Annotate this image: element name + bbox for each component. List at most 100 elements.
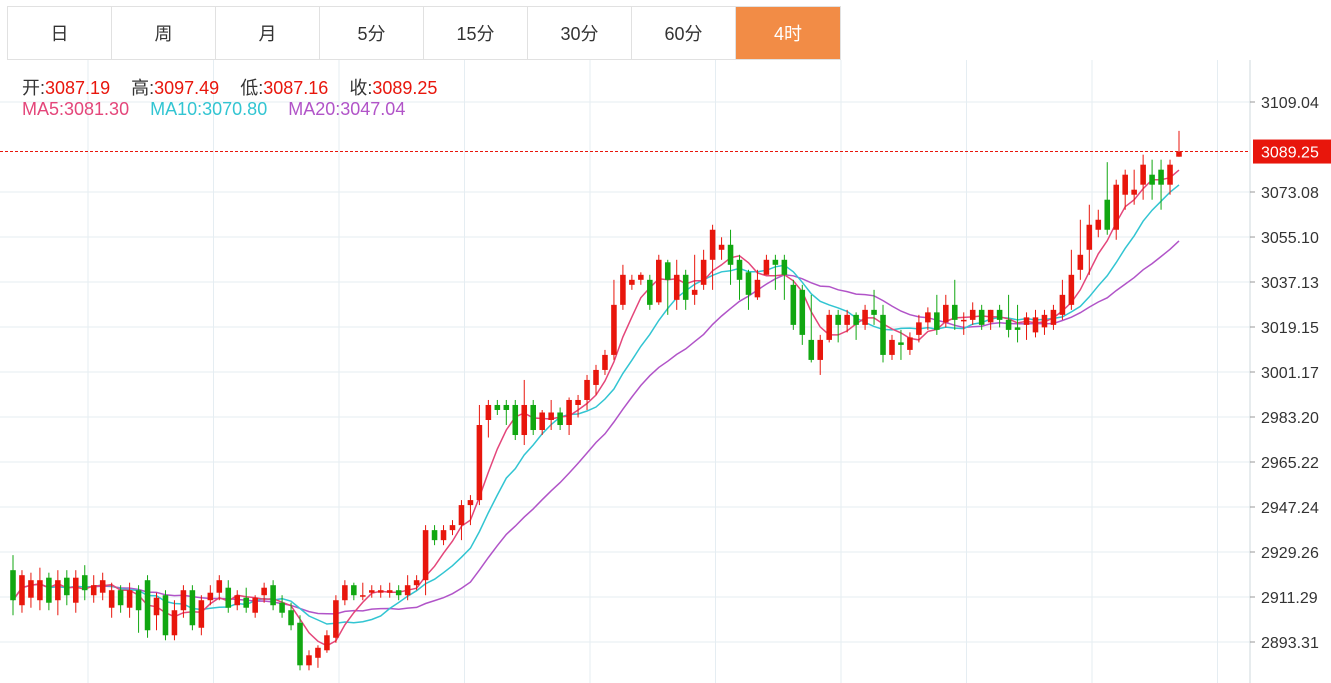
- candle-body: [620, 274, 626, 305]
- candle-body: [1041, 314, 1048, 328]
- candle-body: [754, 279, 761, 298]
- candle-body: [73, 577, 79, 603]
- candle-body: [234, 595, 241, 606]
- candle-body: [108, 590, 115, 608]
- candle-body: [55, 580, 61, 601]
- candle-body: [1032, 317, 1039, 333]
- candle-body: [996, 309, 1003, 320]
- low-label: 低:: [240, 78, 264, 98]
- candle-body: [99, 580, 106, 593]
- candle-body: [10, 570, 16, 601]
- ma10-line: [12, 184, 1180, 625]
- open-label: 开:: [22, 78, 46, 98]
- candle-body: [844, 314, 850, 325]
- candle-body: [261, 587, 267, 596]
- candle-body: [117, 590, 124, 606]
- candle-body: [1140, 164, 1146, 185]
- candle-body: [476, 425, 483, 501]
- candle-body: [351, 585, 357, 596]
- candle-body: [1005, 319, 1012, 330]
- candle-body: [1122, 174, 1128, 195]
- candle-body: [835, 314, 841, 325]
- y-tick-label: 2911.29: [1261, 590, 1318, 607]
- candle-body: [718, 244, 725, 250]
- high-label: 高:: [131, 78, 155, 98]
- candle-body: [951, 304, 958, 320]
- candle-body: [28, 580, 34, 598]
- candle-body: [458, 505, 465, 526]
- close-label: 收:: [349, 78, 373, 98]
- ma20-line: [12, 240, 1180, 615]
- candle-body: [404, 585, 411, 596]
- candle-body: [333, 600, 339, 638]
- y-tick-label: 3019.15: [1261, 320, 1319, 337]
- candle-body: [817, 339, 824, 360]
- ohlc-readout: 开:3087.19 高:3097.49 低:3087.16 收:3089.25: [22, 74, 437, 100]
- candle-body: [1095, 219, 1102, 230]
- candle-body: [243, 597, 249, 608]
- candle-body: [853, 314, 859, 325]
- candle-body: [153, 597, 160, 616]
- candle-body: [925, 312, 931, 323]
- candle-body: [736, 259, 743, 280]
- candle-body: [700, 259, 707, 285]
- candle-body: [126, 590, 133, 608]
- candle-body: [1050, 309, 1057, 325]
- candle-body: [960, 319, 967, 322]
- candle-body: [539, 412, 545, 431]
- candle-body: [611, 304, 617, 355]
- ma10-label: MA10:: [150, 99, 203, 119]
- candle-body: [1149, 174, 1155, 185]
- low-value: 3087.16: [263, 78, 329, 98]
- candle-body: [647, 279, 653, 305]
- candle-body: [898, 342, 904, 345]
- candle-body: [889, 339, 895, 355]
- candle-body: [566, 399, 572, 426]
- candle-body: [413, 580, 420, 586]
- candle-body: [943, 304, 949, 323]
- candle-body: [485, 404, 492, 420]
- candle-body: [1176, 151, 1182, 157]
- ma20-label: MA20:: [288, 99, 341, 119]
- candle-body: [225, 587, 232, 608]
- candle-body: [431, 530, 438, 541]
- candle-body: [1113, 184, 1119, 230]
- y-tick-label: 2965.22: [1261, 455, 1319, 472]
- candle-body: [162, 595, 169, 636]
- candle-body: [1077, 254, 1084, 270]
- candle-body: [593, 369, 599, 385]
- candle-body: [422, 530, 429, 581]
- candle-body: [709, 229, 716, 260]
- candle-body: [871, 309, 877, 315]
- candle-body: [270, 585, 276, 606]
- candle-body: [745, 272, 752, 295]
- candle-body: [64, 577, 70, 596]
- candle-body: [638, 274, 644, 280]
- candle-body: [46, 577, 52, 603]
- ma5-value: 3081.30: [64, 99, 130, 119]
- current-price-label: 3089.25: [1261, 145, 1319, 162]
- y-tick-label: 2893.31: [1261, 635, 1319, 652]
- candle-body: [360, 595, 366, 597]
- candle-body: [503, 404, 510, 410]
- ma-readout: MA5:3081.30 MA10:3070.80 MA20:3047.04: [22, 99, 405, 120]
- candle-body: [1131, 189, 1137, 195]
- candle-body: [252, 597, 258, 613]
- candle-body: [727, 244, 734, 265]
- candle-body: [548, 412, 554, 420]
- candle-body: [512, 404, 519, 436]
- candle-body: [1167, 164, 1173, 185]
- y-tick-label: 3109.04: [1261, 95, 1319, 112]
- candle-body: [1158, 169, 1164, 185]
- candle-body: [664, 262, 671, 280]
- y-tick-label: 3073.08: [1261, 185, 1319, 202]
- candle-body: [19, 575, 25, 606]
- candle-body: [602, 354, 608, 370]
- ma10-value: 3070.80: [202, 99, 268, 119]
- candle-body: [629, 279, 635, 285]
- candle-body: [386, 590, 393, 593]
- candle-body: [342, 585, 348, 601]
- candle-body: [440, 530, 447, 541]
- ma5-label: MA5:: [22, 99, 65, 119]
- candle-body: [207, 592, 214, 601]
